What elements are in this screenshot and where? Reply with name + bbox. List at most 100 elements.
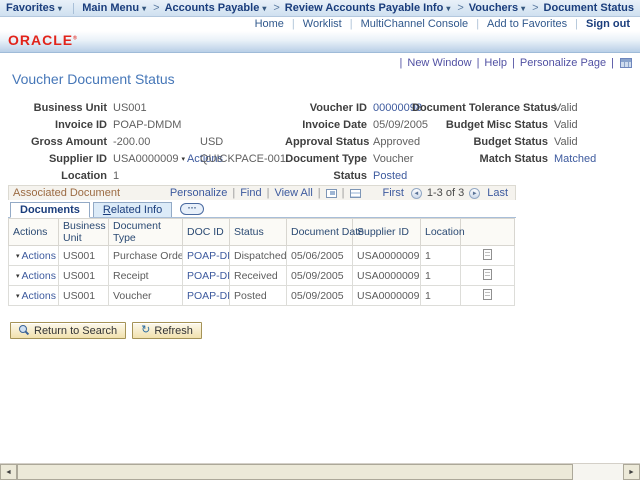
col-header-document-type: Document Type <box>109 219 183 246</box>
chevron-down-icon: ▾ <box>262 4 266 13</box>
page-title: Voucher Document Status <box>12 71 175 87</box>
find-link[interactable]: Find <box>240 186 261 200</box>
personalize-page-link[interactable]: Personalize Page <box>520 57 606 69</box>
doc-id-link[interactable]: POAP-DM <box>187 290 230 302</box>
col-header-supplier-id: Supplier ID <box>353 219 421 246</box>
field-label: Approval Status <box>285 134 373 151</box>
add-to-favorites-link[interactable]: Add to Favorites <box>487 18 567 30</box>
show-tab-columns-icon[interactable]: ··· <box>180 203 204 215</box>
currency-code: USD <box>200 134 223 151</box>
field-match-status: Match Status Matched <box>412 151 632 168</box>
home-link[interactable]: Home <box>255 18 284 30</box>
personalize-link[interactable]: Personalize <box>170 186 227 200</box>
fields-left-column: Business Unit US001 Invoice ID POAP-DMDM… <box>8 100 278 185</box>
cell-location: 1 <box>421 286 461 306</box>
document-icon[interactable] <box>483 269 492 280</box>
scroll-left-icon[interactable]: ◄ <box>0 464 17 480</box>
banner: ORACLE® <box>0 31 640 53</box>
link-separator: | <box>575 18 578 30</box>
link-separator: | <box>267 186 270 200</box>
table-row: ▾Actions US001 Purchase Order POAP-DM Di… <box>9 246 515 266</box>
field-label: Budget Misc Status <box>412 117 554 134</box>
last-link[interactable]: Last <box>487 186 508 200</box>
cell-document-date: 05/09/2005 <box>287 286 353 306</box>
tab-documents[interactable]: Documents <box>10 202 90 218</box>
horizontal-scrollbar[interactable]: ◄ ► <box>0 463 640 480</box>
field-location: Location 1 <box>8 168 278 185</box>
header-links: Home | Worklist | MultiChannel Console |… <box>0 17 640 31</box>
table-row: ▾Actions US001 Receipt POAP-DM Received … <box>9 266 515 286</box>
field-supplier-id: Supplier ID USA0000009 ▾ Actions QUICKPA… <box>8 151 278 168</box>
doc-id-link[interactable]: POAP-DM <box>187 270 230 282</box>
document-icon[interactable] <box>483 249 492 260</box>
link-separator: | <box>477 57 480 69</box>
cell-supplier-id: USA0000009 <box>353 286 421 306</box>
row-actions-caret-icon[interactable]: ▾ <box>16 273 20 280</box>
download-grid-icon[interactable] <box>350 189 361 198</box>
row-actions-link[interactable]: Actions <box>22 290 56 302</box>
field-value: 1 <box>113 168 119 185</box>
row-actions-link[interactable]: Actions <box>22 270 56 282</box>
field-invoice-id: Invoice ID POAP-DMDM <box>8 117 278 134</box>
document-icon[interactable] <box>483 289 492 300</box>
view-all-link[interactable]: View All <box>274 186 312 200</box>
sign-out-link[interactable]: Sign out <box>586 18 630 30</box>
scrollbar-thumb[interactable] <box>17 464 573 480</box>
row-actions-caret-icon[interactable]: ▾ <box>16 253 20 260</box>
crumb-vouchers[interactable]: Vouchers▾ <box>469 2 527 14</box>
associated-document-groupbox: Associated Document Personalize | Find |… <box>8 185 516 306</box>
field-value: POAP-DMDM <box>113 117 181 134</box>
chevron-down-icon: ▾ <box>142 4 146 13</box>
field-label: Match Status <box>412 151 554 168</box>
field-label: Document Tolerance Status <box>412 100 554 117</box>
link-separator: | <box>292 18 295 30</box>
scroll-right-icon[interactable]: ► <box>623 464 640 480</box>
link-separator: | <box>342 186 345 200</box>
tab-related-info[interactable]: Related Info <box>93 202 172 217</box>
field-value: Valid <box>554 117 578 134</box>
cell-supplier-id: USA0000009 <box>353 246 421 266</box>
previous-row-icon[interactable]: ◄ <box>411 188 422 199</box>
grid-toolbar: Personalize | Find | View All | | <box>167 186 364 200</box>
cell-business-unit: US001 <box>59 246 109 266</box>
actions-caret-icon[interactable]: ▾ <box>181 151 185 168</box>
row-actions-link[interactable]: Actions <box>22 250 56 262</box>
field-budget-misc-status: Budget Misc Status Valid <box>412 117 632 134</box>
refresh-button[interactable]: ↻ Refresh <box>132 322 202 339</box>
table-header-row: Actions Business Unit Document Type DOC … <box>9 219 515 246</box>
field-label: Budget Status <box>412 134 554 151</box>
return-to-search-button[interactable]: Return to Search <box>10 322 126 339</box>
field-label: Gross Amount <box>8 134 113 151</box>
row-actions-caret-icon[interactable]: ▾ <box>16 293 20 300</box>
help-link[interactable]: Help <box>484 57 507 69</box>
col-header-blank <box>461 219 515 246</box>
multichannel-console-link[interactable]: MultiChannel Console <box>361 18 469 30</box>
first-link[interactable]: First <box>383 186 404 200</box>
next-row-icon[interactable]: ► <box>469 188 480 199</box>
new-window-link[interactable]: New Window <box>407 57 471 69</box>
cell-status: Posted <box>230 286 287 306</box>
link-separator: | <box>232 186 235 200</box>
chevron-down-icon: ▾ <box>58 4 62 13</box>
cell-business-unit: US001 <box>59 266 109 286</box>
crumb-accounts-payable[interactable]: Accounts Payable▾ <box>165 2 269 14</box>
zoom-window-icon[interactable] <box>326 189 337 198</box>
crumb-review-ap-info[interactable]: Review Accounts Payable Info▾ <box>285 2 453 14</box>
link-separator: | <box>400 57 403 69</box>
chevron-down-icon: ▾ <box>521 4 525 13</box>
match-status-link[interactable]: Matched <box>554 151 596 168</box>
favorites-menu[interactable]: Favorites▾ <box>6 2 64 14</box>
field-value: Valid <box>554 134 578 151</box>
cell-document-date: 05/09/2005 <box>287 266 353 286</box>
field-label: Status <box>285 168 373 185</box>
field-value: -200.00 <box>113 134 150 151</box>
worklist-link[interactable]: Worklist <box>303 18 342 30</box>
crumb-main-menu[interactable]: Main Menu▾ <box>82 2 148 14</box>
status-link[interactable]: Posted <box>373 168 407 185</box>
personalization-grid-icon[interactable] <box>620 58 632 68</box>
cell-location: 1 <box>421 266 461 286</box>
field-label: Invoice Date <box>285 117 373 134</box>
doc-id-link[interactable]: POAP-DM <box>187 250 230 262</box>
cell-supplier-id: USA0000009 <box>353 266 421 286</box>
field-status: Status Posted <box>285 168 465 185</box>
